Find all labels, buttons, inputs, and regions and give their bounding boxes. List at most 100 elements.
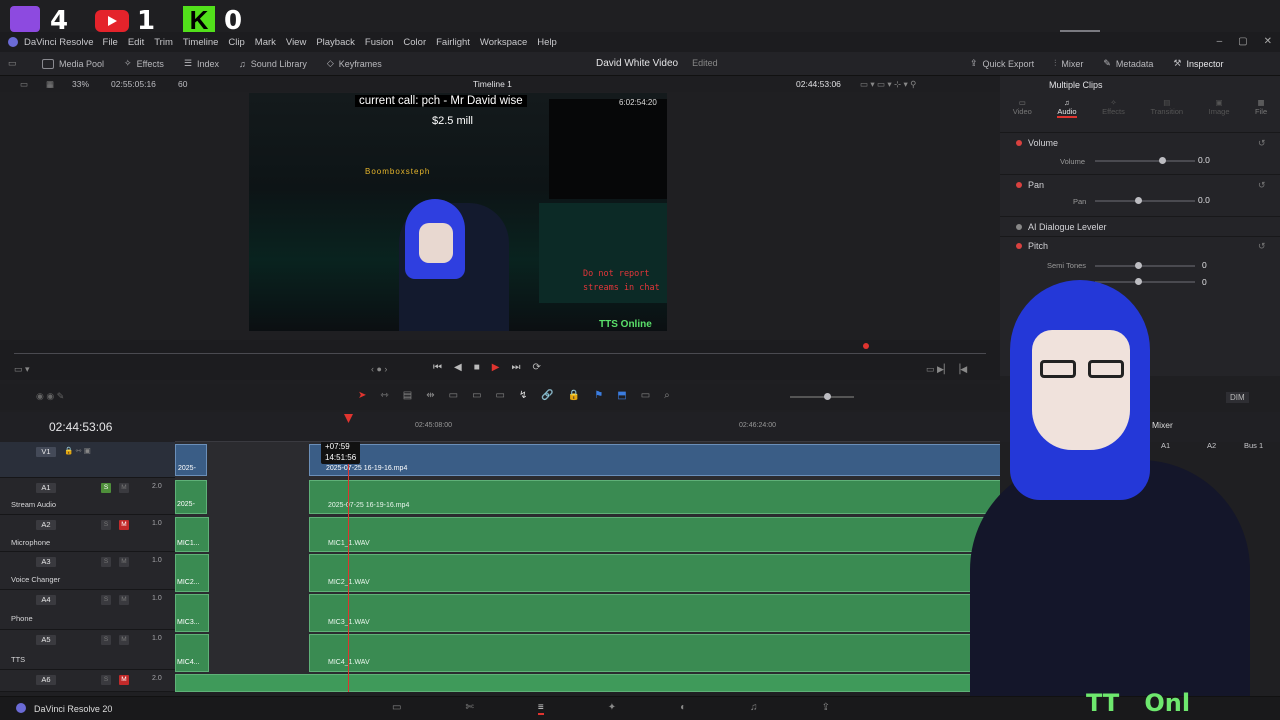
solo-button[interactable]: S	[101, 635, 111, 645]
track-header-a2[interactable]: A2 S M 1.0 Microphone	[0, 515, 175, 552]
audio-clip[interactable]: MIC3...	[175, 594, 209, 632]
menu-fairlight[interactable]: Fairlight	[431, 37, 475, 48]
mixer-button[interactable]: ⫶ Mixer	[1044, 58, 1093, 69]
color-page-icon[interactable]: ◐	[680, 702, 686, 715]
replace-icon[interactable]: ▭	[496, 390, 505, 401]
insert-icon[interactable]: ▭	[449, 390, 458, 401]
solo-button[interactable]: S	[101, 675, 111, 685]
video-clip[interactable]: 2025-	[175, 444, 207, 476]
zoom-detail-icon[interactable]: ⌕	[664, 390, 670, 401]
menu-help[interactable]: Help	[532, 37, 562, 48]
tab-file[interactable]: ▦ File	[1255, 98, 1267, 118]
inspector-button[interactable]: ⚒ Inspector	[1163, 58, 1233, 69]
tab-audio[interactable]: ♫ Audio	[1057, 98, 1077, 118]
tab-video[interactable]: ▭ Video	[1013, 98, 1032, 118]
close-icon[interactable]: ✕	[1264, 36, 1272, 47]
metadata-button[interactable]: ✎ Metadata	[1093, 58, 1163, 69]
marker-icon[interactable]: ⬒	[617, 390, 626, 401]
menu-mark[interactable]: Mark	[250, 37, 281, 48]
reset-icon[interactable]: ↺	[1258, 241, 1266, 252]
mute-button[interactable]: M	[119, 595, 129, 605]
audio-clip[interactable]: MIC2_1.WAV	[309, 554, 1000, 592]
mute-button[interactable]: M	[119, 675, 129, 685]
audio-clip[interactable]: 2025-07-25 16-19-16.mp4	[309, 480, 1000, 514]
edit-page-icon[interactable]: ≡	[537, 702, 544, 715]
loop-icon[interactable]: ⟳	[532, 362, 540, 373]
video-clip[interactable]: 2025-07-25 16-19-16.mp4	[309, 444, 1000, 476]
menu-color[interactable]: Color	[398, 37, 431, 48]
mute-button[interactable]: M	[119, 557, 129, 567]
track-header-a1[interactable]: A1 S M 2.0 Stream Audio	[0, 478, 175, 515]
audio-clip[interactable]: MIC2...	[175, 554, 209, 592]
maximize-icon[interactable]: ▢	[1238, 36, 1247, 47]
go-to-end-icon[interactable]: ⏭	[511, 362, 520, 373]
menu-playback[interactable]: Playback	[311, 37, 360, 48]
cents-value[interactable]: 0	[1202, 277, 1207, 287]
go-to-start-icon[interactable]: ⏮	[433, 362, 442, 373]
sound-library-button[interactable]: ♫ Sound Library	[229, 59, 317, 69]
semitones-slider[interactable]	[1095, 262, 1195, 269]
timeline-ruler[interactable]: 02:45:08:00 02:46:24:00	[175, 412, 1000, 442]
audio-clip[interactable]: MIC1...	[175, 517, 209, 552]
media-pool-button[interactable]: Media Pool	[32, 58, 114, 69]
timeline-tracks[interactable]: 2025- 2025-07-25 16-19-16.mp4 2025- 2025…	[175, 442, 1000, 692]
minimize-icon[interactable]: –	[1217, 36, 1223, 47]
media-page-icon[interactable]: ▭	[392, 702, 401, 715]
viewer-options-icon[interactable]: ▭ ▾ ▭ ▾ ⊹ ▾ ⚲	[860, 79, 916, 90]
menu-edit[interactable]: Edit	[123, 37, 149, 48]
deliver-page-icon[interactable]: ⇪	[822, 702, 830, 715]
play-icon[interactable]: ▶	[492, 362, 500, 373]
reset-icon[interactable]: ↺	[1258, 138, 1266, 149]
volume-slider[interactable]	[1095, 157, 1195, 164]
tab-image[interactable]: ▣ Image	[1209, 98, 1230, 118]
menu-workspace[interactable]: Workspace	[475, 37, 532, 48]
keyframes-button[interactable]: ◇ Keyframes	[317, 58, 392, 69]
loop-dropdown-icon[interactable]: ▭ ▾	[14, 364, 30, 375]
timeline-options-icon[interactable]: ◉ ◉ ✎	[36, 391, 64, 402]
menu-view[interactable]: View	[281, 37, 311, 48]
pan-enable-icon[interactable]	[1016, 182, 1022, 188]
track-header-a6[interactable]: A6 S M 2.0	[0, 670, 175, 692]
menu-trim[interactable]: Trim	[149, 37, 178, 48]
timeline-zoom-slider[interactable]	[790, 393, 854, 400]
stop-icon[interactable]: ■	[474, 362, 480, 373]
track-header-a5[interactable]: A5 S M 1.0 TTS	[0, 630, 175, 670]
reverse-icon[interactable]: ◀	[454, 362, 462, 373]
dynamic-trim-icon[interactable]: ▤	[403, 390, 412, 401]
leveler-enable-icon[interactable]	[1016, 224, 1022, 230]
dim-button[interactable]: DIM	[1226, 392, 1249, 403]
solo-button[interactable]: S	[101, 557, 111, 567]
solo-button[interactable]: S	[101, 483, 111, 493]
flag-icon[interactable]: ⚑	[594, 390, 603, 401]
scrub-bar[interactable]	[14, 353, 986, 354]
menu-file[interactable]: File	[98, 37, 123, 48]
tab-effects[interactable]: ✧ Effects	[1102, 98, 1125, 118]
index-button[interactable]: ☰ Index	[174, 58, 229, 69]
viewer-nav-icon[interactable]: ▭ ▶▏ ▕◀	[926, 364, 967, 375]
fairlight-page-icon[interactable]: ♫	[750, 702, 758, 715]
pan-slider[interactable]	[1095, 197, 1195, 204]
volume-enable-icon[interactable]	[1016, 140, 1022, 146]
volume-value[interactable]: 0.0	[1198, 155, 1210, 165]
cut-page-icon[interactable]: ✄	[465, 702, 473, 715]
track-header-v1[interactable]: V1 🔒 ⇿ ▣	[0, 442, 175, 478]
menu-fusion[interactable]: Fusion	[360, 37, 399, 48]
blade-tool-icon[interactable]: ⇹	[426, 390, 434, 401]
menu-timeline[interactable]: Timeline	[178, 37, 224, 48]
cents-slider[interactable]	[1095, 278, 1195, 285]
fusion-page-icon[interactable]: ✦	[608, 702, 616, 715]
menu-clip[interactable]: Clip	[223, 37, 249, 48]
jog-icon[interactable]: ‹ ● ›	[371, 364, 387, 374]
track-header-a3[interactable]: A3 S M 1.0 Voice Changer	[0, 552, 175, 590]
reset-icon[interactable]: ↺	[1258, 180, 1266, 191]
pitch-enable-icon[interactable]	[1016, 243, 1022, 249]
selection-tool-icon[interactable]: ➤	[358, 390, 366, 401]
tab-transition[interactable]: ▤ Transition	[1150, 98, 1183, 118]
lock-icon[interactable]: 🔒	[568, 390, 580, 401]
audio-clip[interactable]: MIC4_1.WAV	[309, 634, 1000, 672]
timeline-name[interactable]: Timeline 1	[473, 79, 512, 89]
grid-icon[interactable]: ▦	[46, 79, 54, 90]
effects-button[interactable]: ✧ Effects	[114, 58, 174, 69]
pan-value[interactable]: 0.0	[1198, 195, 1210, 205]
trim-tool-icon[interactable]: ⇿	[380, 390, 388, 401]
